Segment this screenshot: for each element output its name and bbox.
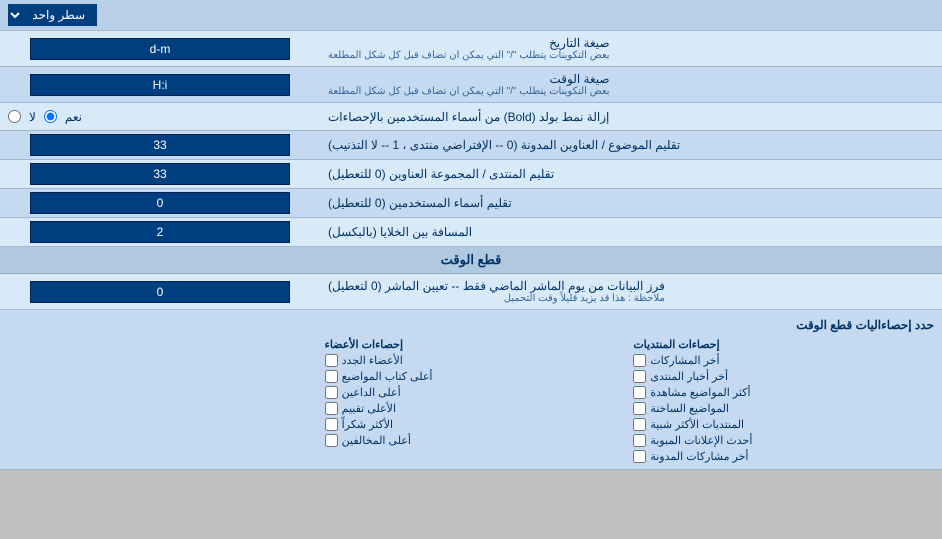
bold-remove-row: إزالة نمط بولد (Bold) من أسماء المستخدمي…: [0, 103, 942, 131]
time-format-input-cell: [0, 67, 320, 102]
checkbox-similar-forums-input[interactable]: [633, 418, 646, 431]
checkbox-top-rated-input[interactable]: [325, 402, 338, 415]
checkbox-top-rated: الأعلى تقييم: [325, 402, 618, 415]
realtime-header: قطع الوقت: [0, 247, 942, 274]
realtime-field-input[interactable]: [30, 281, 290, 303]
checkbox-last-posts: أخر المشاركات: [633, 354, 926, 367]
checkbox-top-violators-input[interactable]: [325, 434, 338, 447]
bold-yes-label: نعم: [65, 110, 82, 124]
checkbox-most-thanked: الأكثر شكراً: [325, 418, 618, 431]
forum-topic-row: تقليم المنتدى / المجموعة العناوين (0 للت…: [0, 160, 942, 189]
bold-no-radio[interactable]: [8, 110, 21, 123]
checkbox-forum-news: أخر أخبار المنتدى: [633, 370, 926, 383]
usernames-label: تقليم أسماء المستخدمين (0 للتعطيل): [320, 189, 942, 217]
usernames-row: تقليم أسماء المستخدمين (0 للتعطيل): [0, 189, 942, 218]
forum-topic-input[interactable]: [30, 163, 290, 185]
checkbox-blog-posts-input[interactable]: [633, 450, 646, 463]
bold-remove-options: نعم لا: [0, 103, 320, 130]
time-format-input[interactable]: [30, 74, 290, 96]
topic-subject-row: تقليم الموضوع / العناوين المدونة (0 -- ا…: [0, 131, 942, 160]
checkbox-top-inviters: أعلى الداعين: [325, 386, 618, 399]
realtime-field-label: فرز البيانات من يوم الماشر الماضي فقط --…: [320, 274, 942, 309]
usernames-input[interactable]: [30, 192, 290, 214]
checkbox-forum-news-input[interactable]: [633, 370, 646, 383]
checkbox-top-violators: أعلى المخالفين: [325, 434, 618, 447]
topic-subject-label: تقليم الموضوع / العناوين المدونة (0 -- ا…: [320, 131, 942, 159]
time-format-row: صيغة الوقت بعض التكوينات يتطلب "/" التي …: [0, 67, 942, 103]
col2-title: إحصاءات الأعضاء: [325, 338, 618, 351]
date-format-label: صيغة التاريخ بعض التكوينات يتطلب "/" الت…: [320, 31, 942, 66]
main-container: سطر واحد صيغة التاريخ بعض التكوينات يتطل…: [0, 0, 942, 470]
empty-col: [8, 336, 317, 465]
forum-topic-label: تقليم المنتدى / المجموعة العناوين (0 للت…: [320, 160, 942, 188]
checkbox-hot-topics: المواضيع الساخنة: [633, 402, 926, 415]
bold-yes-radio[interactable]: [44, 110, 57, 123]
realtime-field-row: فرز البيانات من يوم الماشر الماضي فقط --…: [0, 274, 942, 310]
topic-subject-input[interactable]: [30, 134, 290, 156]
checkbox-most-thanked-input[interactable]: [325, 418, 338, 431]
cell-spacing-input[interactable]: [30, 221, 290, 243]
checkbox-similar-forums: المنتديات الأكثر شبية: [633, 418, 926, 431]
checkbox-most-viewed-input[interactable]: [633, 386, 646, 399]
display-mode-row: سطر واحد: [0, 0, 942, 31]
usernames-input-cell: [0, 189, 320, 217]
forums-stats-col: إحصاءات المنتديات أخر المشاركات أخر أخبا…: [625, 336, 934, 465]
date-format-input-cell: [0, 31, 320, 66]
realtime-field-input-cell: [0, 274, 320, 309]
forum-topic-input-cell: [0, 160, 320, 188]
checkbox-classified-ads-input[interactable]: [633, 434, 646, 447]
checkboxes-title: حدد إحصاءاليات قطع الوقت: [8, 314, 934, 336]
display-mode-select[interactable]: سطر واحد: [8, 4, 97, 26]
checkbox-new-members: الأعضاء الجدد: [325, 354, 618, 367]
col1-title: إحصاءات المنتديات: [633, 338, 926, 351]
date-format-row: صيغة التاريخ بعض التكوينات يتطلب "/" الت…: [0, 31, 942, 67]
topic-subject-input-cell: [0, 131, 320, 159]
checkbox-most-viewed: أكثر المواضيع مشاهدة: [633, 386, 926, 399]
cell-spacing-row: المسافة بين الخلايا (بالبكسل): [0, 218, 942, 247]
checkbox-top-inviters-input[interactable]: [325, 386, 338, 399]
bold-no-label: لا: [29, 110, 36, 124]
date-format-input[interactable]: [30, 38, 290, 60]
bold-remove-label: إزالة نمط بولد (Bold) من أسماء المستخدمي…: [320, 103, 942, 130]
checkbox-hot-topics-input[interactable]: [633, 402, 646, 415]
time-format-label: صيغة الوقت بعض التكوينات يتطلب "/" التي …: [320, 67, 942, 102]
checkboxes-section: حدد إحصاءاليات قطع الوقت إحصاءات المنتدي…: [0, 310, 942, 470]
checkbox-new-members-input[interactable]: [325, 354, 338, 367]
cell-spacing-input-cell: [0, 218, 320, 246]
checkbox-top-writers-input[interactable]: [325, 370, 338, 383]
checkbox-last-posts-input[interactable]: [633, 354, 646, 367]
checkboxes-grid: إحصاءات المنتديات أخر المشاركات أخر أخبا…: [8, 336, 934, 465]
members-stats-col: إحصاءات الأعضاء الأعضاء الجدد أعلى كتاب …: [317, 336, 626, 465]
checkbox-top-writers: أعلى كتاب المواضيع: [325, 370, 618, 383]
cell-spacing-label: المسافة بين الخلايا (بالبكسل): [320, 218, 942, 246]
checkbox-blog-posts: أخر مشاركات المدونة: [633, 450, 926, 463]
checkbox-classified-ads: أحدث الإعلانات المبوبة: [633, 434, 926, 447]
